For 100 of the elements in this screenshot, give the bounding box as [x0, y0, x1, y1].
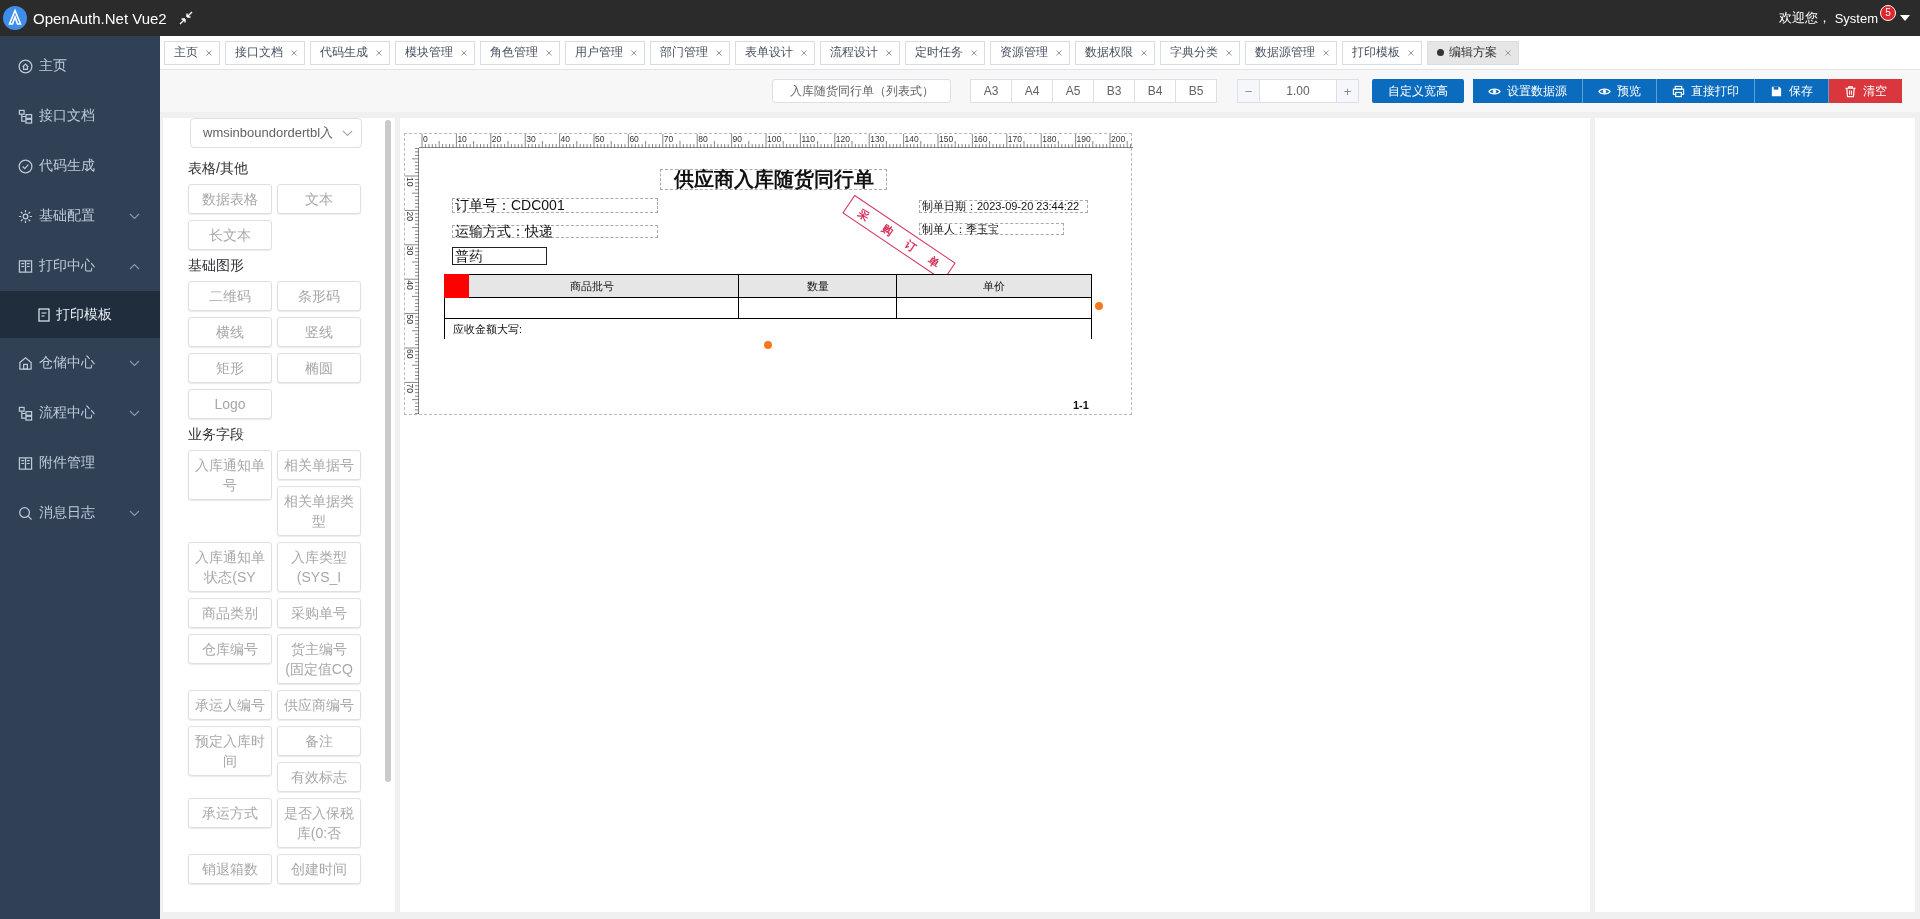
chevron-down-icon — [342, 129, 353, 137]
ruler-label: 120 — [835, 134, 850, 144]
close-icon — [1141, 49, 1147, 56]
tab[interactable]: 编辑方案 — [1427, 40, 1519, 65]
paper-size-button[interactable]: B5 — [1175, 79, 1217, 103]
paper-size-button[interactable]: A4 — [1011, 79, 1053, 103]
ruler-label: 0 — [423, 134, 428, 144]
tab[interactable]: 代码生成 — [310, 40, 390, 65]
ruler-label: 70 — [663, 134, 674, 144]
template-name-field[interactable]: 入库随货同行单（列表式） — [772, 79, 951, 103]
sitemap-icon — [18, 108, 33, 124]
ruler-label: 100 — [767, 134, 782, 144]
zoom-field[interactable]: 1.00 — [1260, 79, 1336, 103]
tab[interactable]: 定时任务 — [905, 40, 985, 65]
close-icon — [1408, 49, 1414, 56]
resize-handle[interactable] — [764, 341, 772, 349]
ruler-label: 130 — [870, 134, 885, 144]
tab[interactable]: 资源管理 — [990, 40, 1070, 65]
document-title: 供应商入库随货同行单 — [660, 169, 887, 190]
table-cell: 应收金额大写: — [444, 318, 1092, 339]
close-icon — [461, 49, 467, 56]
toolbar-button[interactable]: 设置数据源 — [1473, 79, 1583, 103]
logo-icon — [3, 6, 27, 30]
ruler-label: 200 — [1111, 134, 1126, 144]
nav-item[interactable]: 主页 — [0, 41, 160, 91]
tab[interactable]: 数据源管理 — [1245, 40, 1337, 65]
save-icon — [1770, 84, 1783, 98]
tab[interactable]: 字典分类 — [1160, 40, 1240, 65]
book-icon — [18, 455, 33, 471]
close-icon — [971, 49, 977, 56]
datasource-select[interactable]: wmsinboundordertbl入 — [190, 118, 362, 148]
toolbar-button[interactable]: 预览 — [1583, 79, 1657, 103]
ruler-label: 10 — [457, 134, 467, 144]
ruler-label: 60 — [405, 349, 415, 359]
ruler-label: 70 — [405, 383, 415, 393]
zoom-in-button[interactable]: + — [1336, 79, 1359, 103]
ruler-label: 180 — [1042, 134, 1057, 144]
toolbar-button[interactable]: 保存 — [1755, 79, 1829, 103]
user-name[interactable]: System — [1834, 10, 1878, 26]
scrollbar[interactable] — [385, 120, 391, 782]
nav-item[interactable]: 基础配置 — [0, 191, 160, 241]
tab[interactable]: 部门管理 — [650, 40, 730, 65]
paper-size-button[interactable]: B4 — [1134, 79, 1176, 103]
page-number: 1-1 — [1073, 399, 1089, 411]
check-circle-icon — [18, 158, 33, 174]
nav-item[interactable]: 打印中心 — [0, 241, 160, 291]
welcome-text: 欢迎您， — [1778, 9, 1831, 27]
close-icon — [291, 49, 297, 56]
close-icon — [206, 49, 212, 56]
paper-size-button[interactable]: A5 — [1052, 79, 1094, 103]
ruler-label: 110 — [801, 134, 815, 144]
ruler-label: 90 — [732, 134, 743, 144]
tab[interactable]: 表单设计 — [735, 40, 815, 65]
close-icon — [631, 49, 637, 56]
ruler-label: 50 — [595, 134, 605, 144]
close-icon — [801, 49, 807, 56]
close-icon — [1056, 49, 1062, 56]
close-icon — [376, 49, 382, 56]
ruler-label: 20 — [491, 134, 502, 144]
resize-handle[interactable] — [1095, 302, 1103, 310]
tab[interactable]: 接口文档 — [225, 40, 305, 65]
ruler-label: 20 — [405, 211, 415, 221]
ruler-label: 80 — [698, 134, 708, 144]
ruler-label: 140 — [904, 134, 919, 144]
tab[interactable]: 主页 — [164, 40, 220, 65]
section-heading: 表格/其他 — [188, 159, 249, 178]
nav-subitem[interactable]: 打印模板 — [0, 291, 160, 338]
toolbar-button[interactable]: 自定义宽高 — [1372, 79, 1464, 103]
toolbar-button[interactable]: 直接打印 — [1657, 79, 1755, 103]
nav-item[interactable]: 仓储中心 — [0, 338, 160, 388]
tab[interactable]: 角色管理 — [480, 40, 560, 65]
tab[interactable]: 流程设计 — [820, 40, 900, 65]
nav-item[interactable]: 流程中心 — [0, 388, 160, 438]
paper-size-button[interactable]: A3 — [970, 79, 1012, 103]
close-icon — [886, 49, 892, 56]
tab[interactable]: 打印模板 — [1342, 40, 1422, 65]
search-icon — [18, 505, 33, 521]
ruler-label: 170 — [1007, 134, 1022, 144]
nav-item[interactable]: 附件管理 — [0, 438, 160, 488]
tab[interactable]: 模块管理 — [395, 40, 475, 65]
nav-item[interactable]: 接口文档 — [0, 91, 160, 141]
caret-down-icon — [1900, 15, 1910, 21]
ruler-label: 190 — [1076, 134, 1091, 144]
section-heading: 业务字段 — [188, 425, 245, 444]
trash-icon — [1844, 84, 1857, 98]
app-name: OpenAuth.Net Vue2 — [33, 9, 167, 27]
paper-size-button[interactable]: B3 — [1093, 79, 1135, 103]
notification-badge: 5 — [1880, 4, 1896, 21]
tab[interactable]: 数据权限 — [1075, 40, 1155, 65]
ruler-label: 30 — [526, 134, 536, 144]
table-header-cell: 数量 — [738, 274, 897, 298]
nav-item[interactable]: 代码生成 — [0, 141, 160, 191]
collapse-icon — [178, 11, 193, 25]
toolbar-button[interactable]: 清空 — [1829, 79, 1902, 103]
printer-icon — [1672, 84, 1685, 98]
close-icon — [1226, 49, 1232, 56]
nav-item[interactable]: 消息日志 — [0, 488, 160, 538]
tab[interactable]: 用户管理 — [565, 40, 645, 65]
zoom-out-button[interactable]: − — [1237, 79, 1260, 103]
section-heading: 基础图形 — [188, 256, 245, 275]
